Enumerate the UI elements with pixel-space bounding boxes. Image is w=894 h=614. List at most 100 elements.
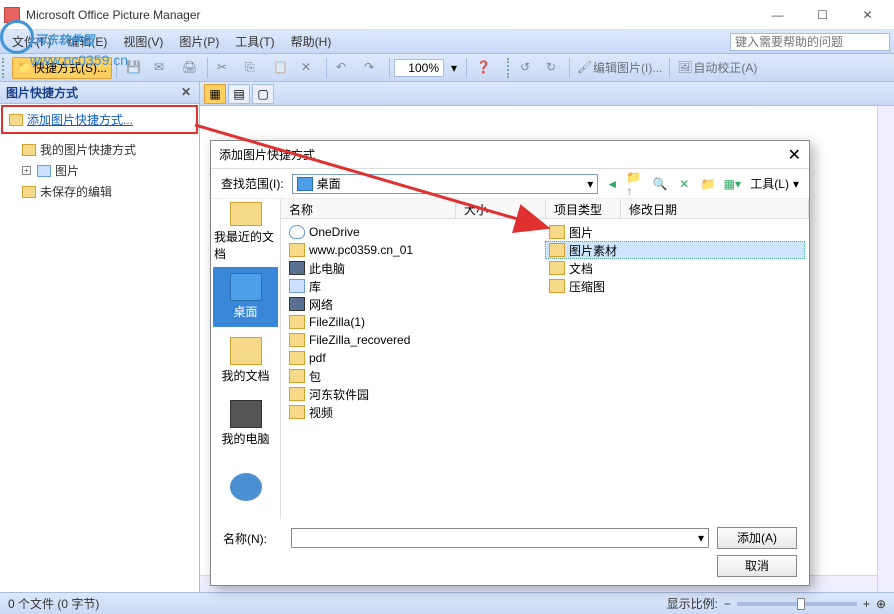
recent-icon xyxy=(230,202,262,226)
place-recent[interactable]: 我最近的文档 xyxy=(213,201,278,263)
lookin-combo[interactable]: 桌面 ▾ xyxy=(292,174,599,194)
file-item[interactable]: FileZilla_recovered xyxy=(285,331,545,349)
menu-help[interactable]: 帮助(H) xyxy=(283,30,340,53)
zoom-out-button[interactable]: − xyxy=(724,597,731,611)
menu-image[interactable]: 图片(P) xyxy=(171,30,227,53)
col-date[interactable]: 修改日期 xyxy=(621,199,809,218)
cut-button[interactable]: ✂ xyxy=(212,57,238,79)
file-list-area: 名称 大小 项目类型 修改日期 OneDrivewww.pc0359.cn_01… xyxy=(281,199,809,519)
redo-button[interactable]: ↷ xyxy=(359,57,385,79)
minimize-button[interactable]: — xyxy=(755,1,800,29)
name-label: 名称(N): xyxy=(223,530,283,547)
zoom-slider[interactable] xyxy=(737,602,857,606)
print-icon: 🖨 xyxy=(182,60,198,76)
zoom-reset-button[interactable]: ⊕ xyxy=(876,597,886,611)
file-item[interactable]: 图片素材 xyxy=(545,241,805,259)
undo-button[interactable]: ↶ xyxy=(331,57,357,79)
file-name: 视频 xyxy=(309,404,333,421)
file-item[interactable]: pdf xyxy=(285,349,545,367)
menu-edit[interactable]: 编辑(E) xyxy=(59,30,115,53)
place-network[interactable] xyxy=(213,458,278,518)
app-icon xyxy=(4,7,20,23)
vertical-scrollbar[interactable] xyxy=(877,106,894,592)
print-button[interactable]: 🖨 xyxy=(177,57,203,79)
place-desktop[interactable]: 桌面 xyxy=(213,267,278,327)
toolbar: 📁 快捷方式(S)... 💾 ✉ 🖨 ✂ ⎘ 📋 ✕ ↶ ↷ ▾ ❓ ↺ ↻ 🖌… xyxy=(0,54,894,82)
col-name[interactable]: 名称 xyxy=(281,199,456,218)
file-item[interactable]: www.pc0359.cn_01 xyxy=(285,241,545,259)
expand-icon[interactable]: + xyxy=(22,166,31,175)
tools-menu[interactable]: 工具(L) xyxy=(750,175,789,192)
dialog-close-button[interactable]: ✕ xyxy=(788,145,801,165)
cut-icon: ✂ xyxy=(217,60,233,76)
menu-file[interactable]: 文件(F) xyxy=(4,30,59,53)
zoom-in-button[interactable]: + xyxy=(863,597,870,611)
place-mydocs[interactable]: 我的文档 xyxy=(213,331,278,391)
views-button[interactable]: ▦▾ xyxy=(722,174,742,194)
save-button[interactable]: 💾 xyxy=(121,57,147,79)
toolbar-grip[interactable] xyxy=(2,58,8,78)
col-size[interactable]: 大小 xyxy=(456,199,546,218)
file-item[interactable]: 文档 xyxy=(545,259,805,277)
add-button[interactable]: 添加(A) xyxy=(717,527,797,549)
folder-icon xyxy=(549,279,565,293)
toolbar-grip-2[interactable] xyxy=(507,58,513,78)
edit-image-button[interactable]: 🖌 编辑图片(I)... xyxy=(572,57,667,79)
shortcut-button[interactable]: 📁 快捷方式(S)... xyxy=(12,57,112,79)
place-computer[interactable]: 我的电脑 xyxy=(213,394,278,454)
up-button[interactable]: 📁↑ xyxy=(626,174,646,194)
file-item[interactable]: OneDrive xyxy=(285,223,545,241)
statusbar: 0 个文件 (0 字节) 显示比例: − + ⊕ xyxy=(0,592,894,614)
file-item[interactable]: 此电脑 xyxy=(285,259,545,277)
zoom-dropdown[interactable]: ▾ xyxy=(446,57,462,79)
help-search-input[interactable] xyxy=(730,33,890,51)
rotate-left-button[interactable]: ↺ xyxy=(515,57,541,79)
auto-correct-button[interactable]: 🖼 自动校正(A) xyxy=(672,57,762,79)
cancel-button[interactable]: 取消 xyxy=(717,555,797,577)
zoom-input[interactable] xyxy=(394,59,444,77)
folder-icon xyxy=(289,405,305,419)
add-shortcut-link[interactable]: 添加图片快捷方式... xyxy=(27,111,133,128)
col-type[interactable]: 项目类型 xyxy=(546,199,621,218)
menu-view[interactable]: 视图(V) xyxy=(115,30,171,53)
file-item[interactable]: 包 xyxy=(285,367,545,385)
panel-close-button[interactable]: ✕ xyxy=(179,86,193,100)
file-item[interactable]: 视频 xyxy=(285,403,545,421)
file-name: 河东软件园 xyxy=(309,386,369,403)
search-button[interactable]: 🔍 xyxy=(650,174,670,194)
file-name: 网络 xyxy=(309,296,333,313)
file-item[interactable]: 图片 xyxy=(545,223,805,241)
close-button[interactable]: ✕ xyxy=(845,1,890,29)
file-item[interactable]: 河东软件园 xyxy=(285,385,545,403)
add-shortcut-dialog: 添加图片快捷方式 ✕ 查找范围(I): 桌面 ▾ ◄ 📁↑ 🔍 ✕ 📁 ▦▾ 工… xyxy=(210,140,810,586)
copy-button[interactable]: ⎘ xyxy=(240,57,266,79)
view-thumbnails-button[interactable]: ▦ xyxy=(204,84,226,104)
desktop-icon xyxy=(297,177,313,191)
file-name: 压缩图 xyxy=(569,278,605,295)
file-item[interactable]: FileZilla(1) xyxy=(285,313,545,331)
tree-item-pictures[interactable]: + 图片 xyxy=(6,160,193,181)
menu-tools[interactable]: 工具(T) xyxy=(227,30,282,53)
help-button[interactable]: ❓ xyxy=(471,57,497,79)
mail-button[interactable]: ✉ xyxy=(149,57,175,79)
tree-item-unsaved[interactable]: 未保存的编辑 xyxy=(6,181,193,202)
view-filmstrip-button[interactable]: ▤ xyxy=(228,84,250,104)
maximize-button[interactable]: ☐ xyxy=(800,1,845,29)
folder-icon xyxy=(289,387,305,401)
paste-button[interactable]: 📋 xyxy=(268,57,294,79)
file-item[interactable]: 库 xyxy=(285,277,545,295)
file-item[interactable]: 网络 xyxy=(285,295,545,313)
new-folder-button[interactable]: 📁 xyxy=(698,174,718,194)
file-item[interactable]: 压缩图 xyxy=(545,277,805,295)
shortcuts-tree: 我的图片快捷方式 + 图片 未保存的编辑 xyxy=(0,135,199,206)
folder-icon xyxy=(22,144,36,156)
folder-icon xyxy=(549,261,565,275)
tree-item-myshortcuts[interactable]: 我的图片快捷方式 xyxy=(6,139,193,160)
file-name: 包 xyxy=(309,368,321,385)
name-combo[interactable]: ▾ xyxy=(291,528,709,548)
back-button[interactable]: ◄ xyxy=(602,174,622,194)
view-single-button[interactable]: ▢ xyxy=(252,84,274,104)
rotate-right-button[interactable]: ↻ xyxy=(541,57,567,79)
delete-button[interactable]: ✕ xyxy=(296,57,322,79)
delete-file-button[interactable]: ✕ xyxy=(674,174,694,194)
